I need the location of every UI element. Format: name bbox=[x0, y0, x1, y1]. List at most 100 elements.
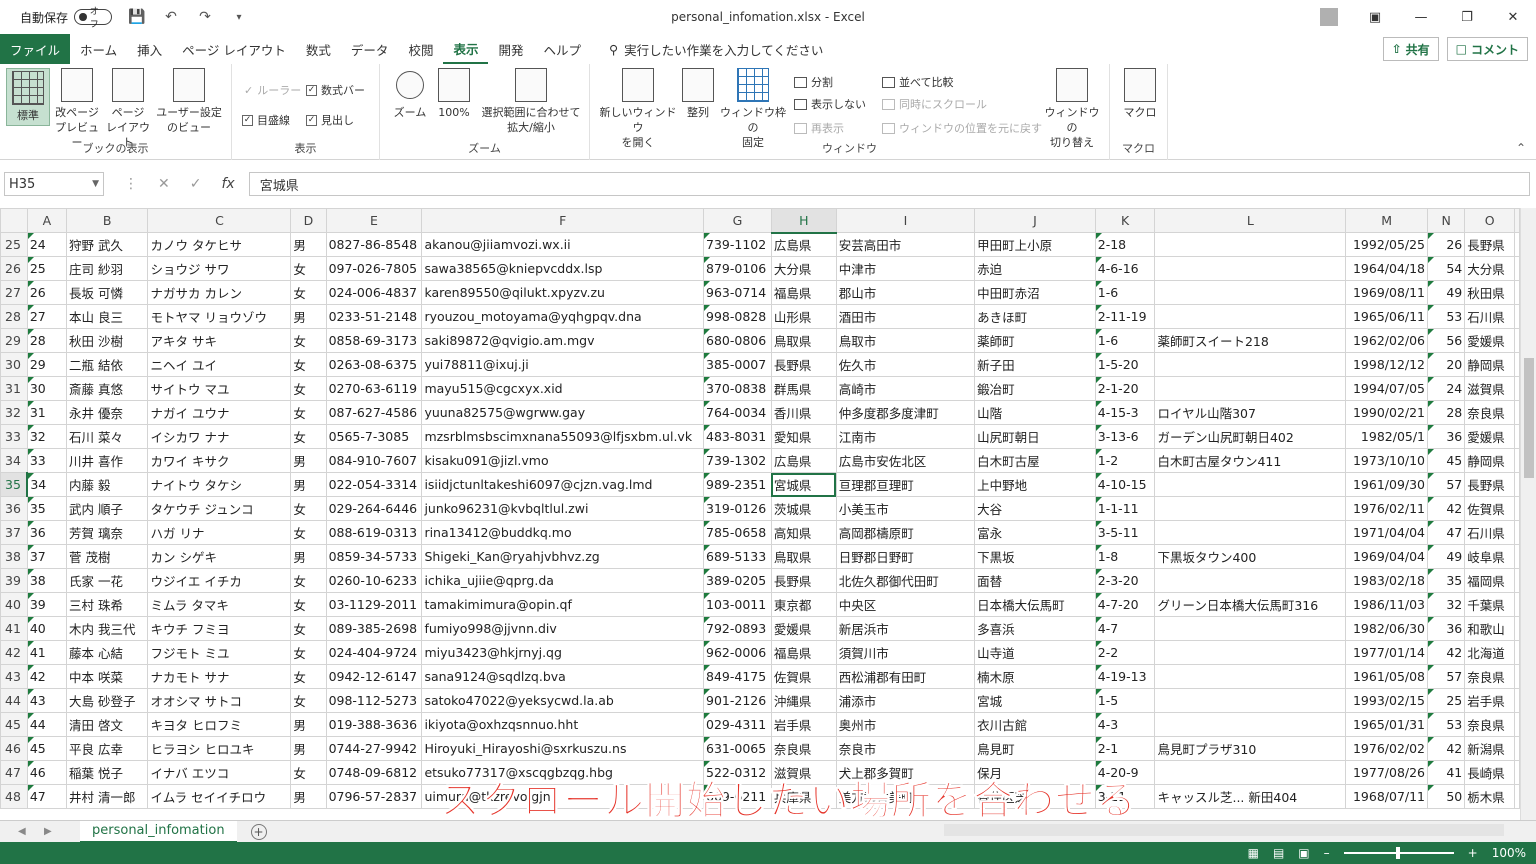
cell-f[interactable]: miyu3423@hkjrnyj.qg bbox=[421, 640, 704, 665]
cell-h[interactable]: 鳥取県 bbox=[770, 328, 837, 353]
tab-review[interactable]: 校閲 bbox=[398, 34, 443, 64]
column-header-n[interactable]: N bbox=[1427, 208, 1466, 233]
row-header[interactable]: 34 bbox=[0, 448, 28, 473]
cell-d[interactable]: 女 bbox=[290, 376, 327, 401]
cell-a[interactable]: 43 bbox=[26, 688, 67, 713]
cell-k[interactable]: 2-2 bbox=[1094, 640, 1156, 665]
cell-l[interactable] bbox=[1154, 688, 1347, 713]
cell-e[interactable]: 029-264-6446 bbox=[325, 496, 423, 521]
cell-f[interactable]: ikiyota@oxhzqsnnuo.hht bbox=[421, 712, 704, 737]
cell-n[interactable]: 47 bbox=[1427, 520, 1466, 545]
vertical-scrollbar[interactable] bbox=[1520, 208, 1536, 820]
name-box[interactable]: H35 ▼ bbox=[4, 172, 104, 196]
tab-file[interactable]: ファイル bbox=[0, 34, 71, 64]
ribbon-display-icon[interactable]: ▣ bbox=[1352, 0, 1398, 34]
cell-h[interactable]: 茨城県 bbox=[770, 496, 837, 521]
cell-b[interactable]: 稲葉 悦子 bbox=[65, 760, 149, 785]
cell-f[interactable]: yuuna82575@wgrww.gay bbox=[421, 400, 704, 425]
collapse-ribbon-icon[interactable]: ⌃ bbox=[1516, 141, 1526, 155]
cell-i[interactable]: 西松浦郡有田町 bbox=[835, 664, 976, 689]
cell-g[interactable]: 849-4175 bbox=[703, 664, 772, 689]
cell-c[interactable]: タケウチ ジュンコ bbox=[147, 496, 292, 521]
row-header[interactable]: 45 bbox=[0, 712, 28, 737]
macros-button[interactable]: マクロ bbox=[1120, 68, 1160, 120]
cell-n[interactable]: 53 bbox=[1427, 712, 1466, 737]
cell-b[interactable]: 大島 砂登子 bbox=[65, 688, 149, 713]
cell-j[interactable]: 楠木原 bbox=[974, 664, 1096, 689]
cell-m[interactable]: 1964/04/18 bbox=[1345, 256, 1429, 281]
comment-button[interactable]: □ コメント bbox=[1446, 37, 1528, 61]
cell-l[interactable]: 薬師町スイート218 bbox=[1154, 328, 1347, 353]
column-header-a[interactable]: A bbox=[26, 208, 67, 233]
cell-overflow[interactable] bbox=[1514, 496, 1520, 521]
cell-g[interactable]: 739-1102 bbox=[703, 232, 772, 257]
page-layout-view-icon[interactable]: ▤ bbox=[1273, 846, 1284, 860]
cell-c[interactable]: イナバ エツコ bbox=[147, 760, 292, 785]
cell-m[interactable]: 1971/04/04 bbox=[1345, 520, 1429, 545]
formula-bar-checkbox[interactable]: ✓ 数式バー bbox=[306, 82, 365, 98]
cell-overflow[interactable] bbox=[1514, 784, 1520, 809]
cell-d[interactable]: 女 bbox=[290, 664, 327, 689]
cell-l[interactable]: グリーン日本橋大伝馬町316 bbox=[1154, 592, 1347, 617]
cell-m[interactable]: 1961/05/08 bbox=[1345, 664, 1429, 689]
cell-g[interactable]: 989-2351 bbox=[703, 472, 772, 497]
cell-f[interactable]: Shigeki_Kan@ryahjvbhvz.zg bbox=[421, 544, 704, 569]
cell-h[interactable]: 東京都 bbox=[770, 592, 837, 617]
cell-f[interactable]: Hiroyuki_Hirayoshi@sxrkuszu.ns bbox=[421, 736, 704, 761]
cell-g[interactable]: 879-0106 bbox=[703, 256, 772, 281]
cell-d[interactable]: 女 bbox=[290, 280, 327, 305]
cell-c[interactable]: サイトウ マユ bbox=[147, 376, 292, 401]
cell-j[interactable]: 薬師町 bbox=[974, 328, 1096, 353]
cell-n[interactable]: 35 bbox=[1427, 568, 1466, 593]
cell-a[interactable]: 30 bbox=[26, 376, 67, 401]
cell-i[interactable]: 郡山市 bbox=[835, 280, 976, 305]
cell-overflow[interactable] bbox=[1514, 376, 1520, 401]
row-header[interactable]: 26 bbox=[0, 256, 28, 281]
cell-m[interactable]: 1961/09/30 bbox=[1345, 472, 1429, 497]
row-header[interactable]: 35 bbox=[0, 472, 29, 497]
cell-n[interactable]: 57 bbox=[1427, 472, 1466, 497]
cell-j[interactable]: 山階 bbox=[974, 400, 1096, 425]
cell-a[interactable]: 36 bbox=[26, 520, 67, 545]
cell-l[interactable]: 下黒坂タウン400 bbox=[1154, 544, 1347, 569]
cell-h[interactable]: 愛媛県 bbox=[770, 616, 837, 641]
cell-overflow[interactable] bbox=[1514, 760, 1520, 785]
cell-d[interactable]: 女 bbox=[290, 520, 327, 545]
cell-f[interactable]: ichika_ujiie@qprg.da bbox=[421, 568, 704, 593]
cell-o[interactable]: 滋賀県 bbox=[1464, 376, 1515, 401]
cell-f[interactable]: mzsrblmsbscimxnana55093@lfjsxbm.ul.vk bbox=[421, 424, 704, 449]
cell-k[interactable]: 1-1-11 bbox=[1094, 496, 1156, 521]
cell-b[interactable]: 井村 清一郎 bbox=[65, 784, 149, 809]
cell-n[interactable]: 20 bbox=[1427, 352, 1466, 377]
cell-o[interactable]: 奈良県 bbox=[1464, 664, 1515, 689]
column-header-j[interactable]: J bbox=[974, 208, 1096, 233]
cell-g[interactable]: 739-1302 bbox=[703, 448, 772, 473]
cell-h[interactable]: 高知県 bbox=[770, 520, 837, 545]
cell-b[interactable]: 二瓶 結依 bbox=[65, 352, 149, 377]
cell-overflow[interactable] bbox=[1514, 256, 1520, 281]
cell-n[interactable]: 49 bbox=[1427, 544, 1466, 569]
cell-d[interactable]: 男 bbox=[290, 472, 327, 497]
cell-j[interactable]: 面替 bbox=[974, 568, 1096, 593]
cell-k[interactable]: 1-5 bbox=[1094, 688, 1156, 713]
cell-o[interactable]: 長野県 bbox=[1464, 472, 1515, 497]
cell-i[interactable]: 仲多度郡多度津町 bbox=[835, 400, 976, 425]
row-header[interactable]: 37 bbox=[0, 520, 28, 545]
new-window-button[interactable]: 新しいウィンドウ を開く bbox=[598, 68, 678, 150]
row-header[interactable]: 33 bbox=[0, 424, 28, 449]
cell-f[interactable]: satoko47022@yeksycwd.la.ab bbox=[421, 688, 704, 713]
cell-k[interactable]: 2-1-20 bbox=[1094, 376, 1156, 401]
cell-a[interactable]: 46 bbox=[26, 760, 67, 785]
cell-k[interactable]: 4-3 bbox=[1094, 712, 1156, 737]
cell-i[interactable]: 須賀川市 bbox=[835, 640, 976, 665]
cell-h[interactable]: 長野県 bbox=[770, 568, 837, 593]
cell-l[interactable]: 鳥見町プラザ310 bbox=[1154, 736, 1347, 761]
restore-icon[interactable]: ❐ bbox=[1444, 0, 1490, 34]
save-icon[interactable]: 💾 bbox=[128, 8, 146, 26]
cell-b[interactable]: 芳賀 璃奈 bbox=[65, 520, 149, 545]
cell-a[interactable]: 31 bbox=[26, 400, 67, 425]
cell-o[interactable]: 大分県 bbox=[1464, 256, 1515, 281]
cell-m[interactable]: 1992/05/25 bbox=[1345, 232, 1429, 257]
cell-m[interactable]: 1982/05/1 bbox=[1345, 424, 1429, 449]
cell-d[interactable]: 女 bbox=[290, 592, 327, 617]
